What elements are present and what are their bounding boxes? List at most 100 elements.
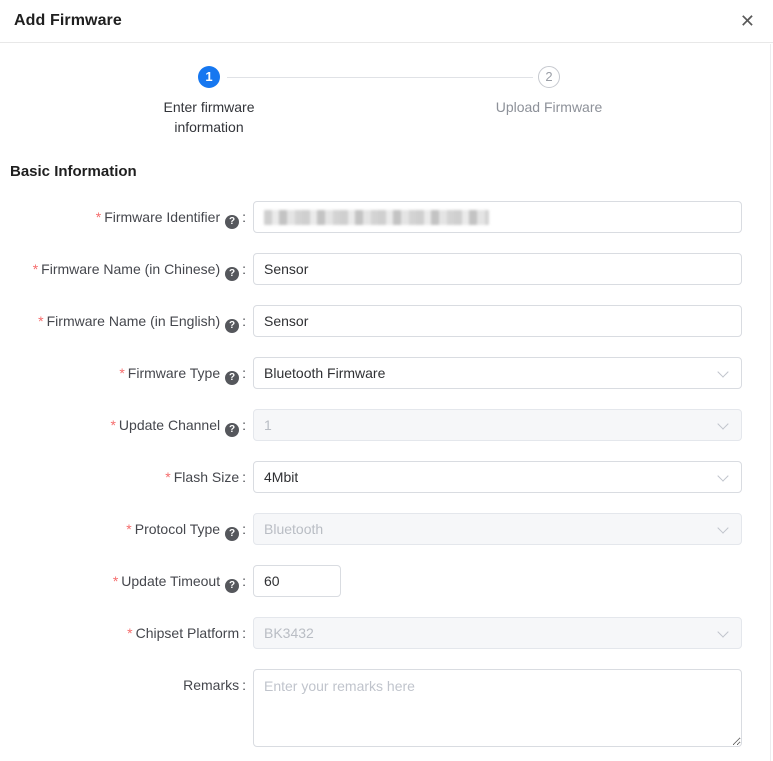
field-label-colon: :	[242, 365, 246, 381]
step-indicator: 1 Enter firmware information 2 Upload Fi…	[0, 66, 773, 138]
field-control-flash-size: 4Mbit	[253, 461, 742, 493]
required-asterisk: *	[112, 573, 119, 589]
help-icon[interactable]: ?	[225, 371, 240, 385]
field-control-update-timeout	[253, 565, 742, 597]
field-label-colon: :	[242, 573, 246, 589]
field-label-colon: :	[242, 677, 246, 693]
protocol-type-select: Bluetooth	[253, 513, 742, 545]
field-label-colon: :	[242, 209, 246, 225]
field-label-colon: :	[242, 521, 246, 537]
chevron-down-icon	[717, 470, 729, 482]
field-label-text: Firmware Name (in Chinese)	[41, 261, 221, 277]
form-row-chipset-platform: * Chipset Platform: BK3432	[0, 617, 773, 649]
chevron-down-icon	[717, 626, 729, 638]
required-asterisk: *	[95, 209, 102, 225]
field-control-remarks	[253, 669, 742, 752]
step-upload-firmware[interactable]: 2 Upload Firmware	[464, 66, 634, 117]
required-asterisk: *	[119, 365, 125, 381]
chevron-down-icon	[717, 418, 729, 430]
close-icon[interactable]: ✕	[736, 10, 759, 32]
field-label-text: Chipset Platform	[135, 625, 240, 641]
field-label-text: Firmware Name (in English)	[46, 313, 221, 329]
update-channel-select: 1	[253, 409, 742, 441]
field-label-colon: :	[242, 625, 246, 641]
field-label-colon: :	[242, 469, 246, 485]
step-1-circle: 1	[198, 66, 220, 88]
section-title-basic-information: Basic Information	[10, 163, 137, 180]
add-firmware-dialog: { "dialog": { "title": "Add Firmware", "…	[0, 0, 773, 761]
field-label-text: Update Timeout	[121, 573, 221, 589]
form-row-update-channel: * Update Channel?: 1	[0, 409, 773, 441]
required-asterisk: *	[126, 521, 132, 537]
help-icon[interactable]: ?	[225, 215, 240, 229]
field-label-chipset-platform: * Chipset Platform:	[0, 617, 246, 649]
dialog-title: Add Firmware	[14, 12, 122, 29]
field-label-text: Remarks	[183, 677, 240, 693]
form-row-protocol-type: * Protocol Type?: Bluetooth	[0, 513, 773, 545]
dialog-header: Add Firmware ✕	[0, 0, 773, 43]
step-1-label: Enter firmware information	[163, 99, 255, 135]
field-label-flash-size: * Flash Size:	[0, 461, 246, 493]
flash-size-select[interactable]: 4Mbit	[253, 461, 742, 493]
field-control-protocol-type: Bluetooth	[253, 513, 742, 545]
field-label-remarks: Remarks:	[0, 669, 246, 752]
basic-information-form: * Firmware Identifier?: * Firmware Name (in…	[0, 201, 773, 752]
body-right-edge	[770, 44, 771, 761]
form-row-firmware-type: * Firmware Type?: Bluetooth Firmware	[0, 357, 773, 389]
field-label-update-channel: * Update Channel?:	[0, 409, 246, 441]
field-label-firmware-identifier: * Firmware Identifier?:	[0, 201, 246, 233]
protocol-type-selected-value: Bluetooth	[264, 521, 324, 537]
help-icon[interactable]: ?	[225, 579, 240, 593]
field-label-colon: :	[242, 417, 246, 433]
help-icon[interactable]: ?	[225, 319, 240, 333]
chipset-platform-selected-value: BK3432	[264, 625, 314, 641]
field-label-colon: :	[242, 261, 246, 277]
field-control-firmware-name-chinese	[253, 253, 742, 285]
step-2-circle: 2	[538, 66, 560, 88]
firmware-identifier-input[interactable]	[253, 201, 742, 233]
step-enter-firmware-information[interactable]: 1 Enter firmware information	[144, 66, 274, 137]
chevron-down-icon	[717, 366, 729, 378]
flash-size-selected-value: 4Mbit	[264, 469, 299, 485]
field-control-update-channel: 1	[253, 409, 742, 441]
firmware-type-selected-value: Bluetooth Firmware	[264, 365, 386, 381]
field-label-text: Firmware Type	[127, 365, 221, 381]
field-label-text: Protocol Type	[134, 521, 221, 537]
required-asterisk: *	[165, 469, 171, 485]
firmware-name-chinese-input[interactable]	[253, 253, 742, 285]
form-row-firmware-name-english: * Firmware Name (in English)?:	[0, 305, 773, 337]
update-channel-selected-value: 1	[264, 417, 272, 433]
update-timeout-input[interactable]	[253, 565, 341, 597]
field-label-protocol-type: * Protocol Type?:	[0, 513, 246, 545]
required-asterisk: *	[38, 313, 44, 329]
field-control-firmware-identifier	[253, 201, 742, 233]
form-row-flash-size: * Flash Size: 4Mbit	[0, 461, 773, 493]
help-icon[interactable]: ?	[225, 423, 240, 437]
form-row-firmware-identifier: * Firmware Identifier?:	[0, 201, 773, 233]
field-label-firmware-name-english: * Firmware Name (in English)?:	[0, 305, 246, 337]
field-label-firmware-name-chinese: * Firmware Name (in Chinese)?:	[0, 253, 246, 285]
firmware-type-select[interactable]: Bluetooth Firmware	[253, 357, 742, 389]
firmware-name-english-input[interactable]	[253, 305, 742, 337]
field-control-firmware-type: Bluetooth Firmware	[253, 357, 742, 389]
field-control-firmware-name-english	[253, 305, 742, 337]
form-row-remarks: Remarks:	[0, 669, 773, 752]
step-2-label: Upload Firmware	[495, 99, 603, 115]
field-control-chipset-platform: BK3432	[253, 617, 742, 649]
remarks-textarea[interactable]	[253, 669, 742, 747]
field-label-firmware-type: * Firmware Type?:	[0, 357, 246, 389]
field-label-colon: :	[242, 313, 246, 329]
help-icon[interactable]: ?	[225, 267, 240, 281]
redacted-value	[264, 209, 489, 225]
field-label-text: Update Channel	[118, 417, 221, 433]
field-label-text: Firmware Identifier	[104, 209, 221, 225]
chevron-down-icon	[717, 522, 729, 534]
required-asterisk: *	[127, 625, 133, 641]
field-label-text: Flash Size	[173, 469, 240, 485]
required-asterisk: *	[32, 261, 39, 277]
form-row-update-timeout: * Update Timeout?:	[0, 565, 773, 597]
help-icon[interactable]: ?	[225, 527, 240, 541]
chipset-platform-select: BK3432	[253, 617, 742, 649]
field-label-update-timeout: * Update Timeout?:	[0, 565, 246, 597]
form-row-firmware-name-chinese: * Firmware Name (in Chinese)?:	[0, 253, 773, 285]
